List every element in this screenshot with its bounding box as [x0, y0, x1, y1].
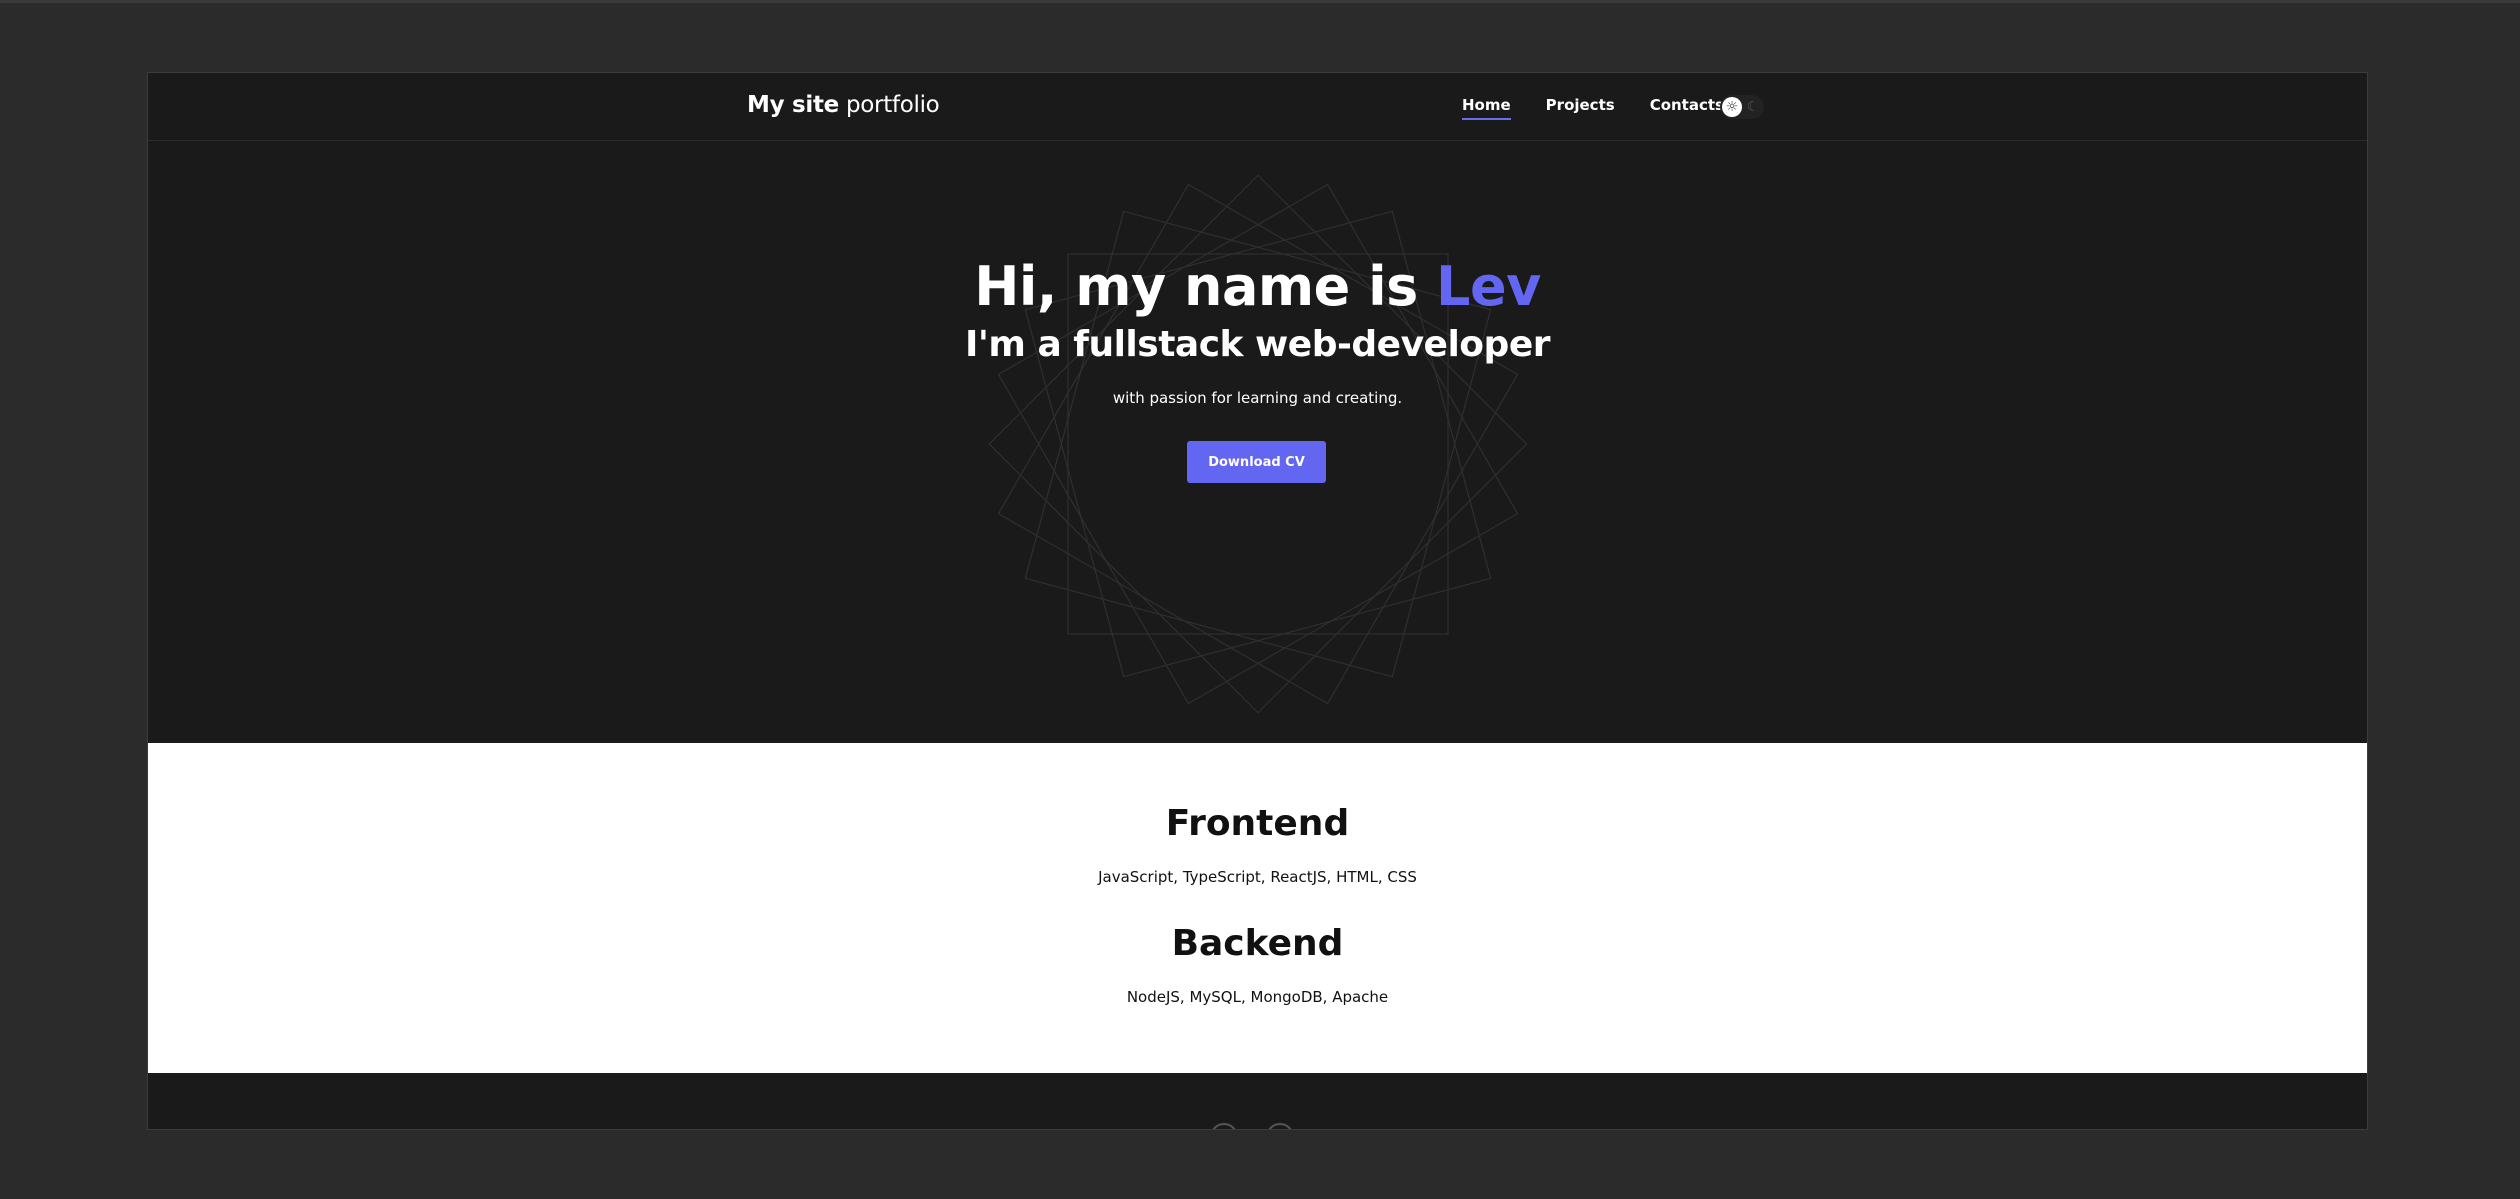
skills-section: Frontend JavaScript, TypeScript, ReactJS…	[148, 743, 2367, 1073]
frontend-title: Frontend	[1165, 803, 1350, 844]
moon-icon: ☾	[1746, 99, 1760, 115]
download-cv-button[interactable]: Download CV	[1187, 441, 1326, 483]
hero-title: Hi, my name is Lev	[148, 255, 2367, 318]
theme-toggle[interactable]: ☼ ☾	[1720, 95, 1764, 119]
site-footer	[148, 1073, 2367, 1129]
site-header: My site portfolio Home Projects Contacts…	[148, 73, 2367, 141]
hero-title-prefix: Hi, my name is	[974, 255, 1437, 318]
footer-social-icon[interactable]	[1266, 1123, 1294, 1129]
hero-section: Hi, my name is Lev I'm a fullstack web-d…	[148, 141, 2367, 743]
hero-title-name: Lev	[1436, 255, 1541, 318]
browser-viewport: My site portfolio Home Projects Contacts…	[148, 73, 2367, 1129]
backend-list: NodeJS, MySQL, MongoDB, Apache	[1126, 988, 1389, 1006]
site-logo[interactable]: My site portfolio	[747, 92, 940, 118]
backend-title: Backend	[1171, 923, 1344, 964]
frontend-list: JavaScript, TypeScript, ReactJS, HTML, C…	[1098, 868, 1417, 886]
logo-light-text: portfolio	[845, 92, 940, 118]
sun-icon: ☼	[1722, 97, 1742, 117]
logo-bold-text: My site	[747, 92, 839, 118]
footer-social-icon[interactable]	[1210, 1123, 1238, 1129]
main-nav: Home Projects Contacts	[1462, 96, 1759, 120]
screen-top-border	[0, 0, 2520, 3]
hero-tagline: with passion for learning and creating.	[1112, 389, 1403, 407]
hero-subtitle: I'm a fullstack web-developer	[965, 324, 1550, 365]
nav-contacts[interactable]: Contacts	[1650, 96, 1724, 120]
nav-projects[interactable]: Projects	[1546, 96, 1615, 120]
nav-home[interactable]: Home	[1462, 96, 1511, 120]
